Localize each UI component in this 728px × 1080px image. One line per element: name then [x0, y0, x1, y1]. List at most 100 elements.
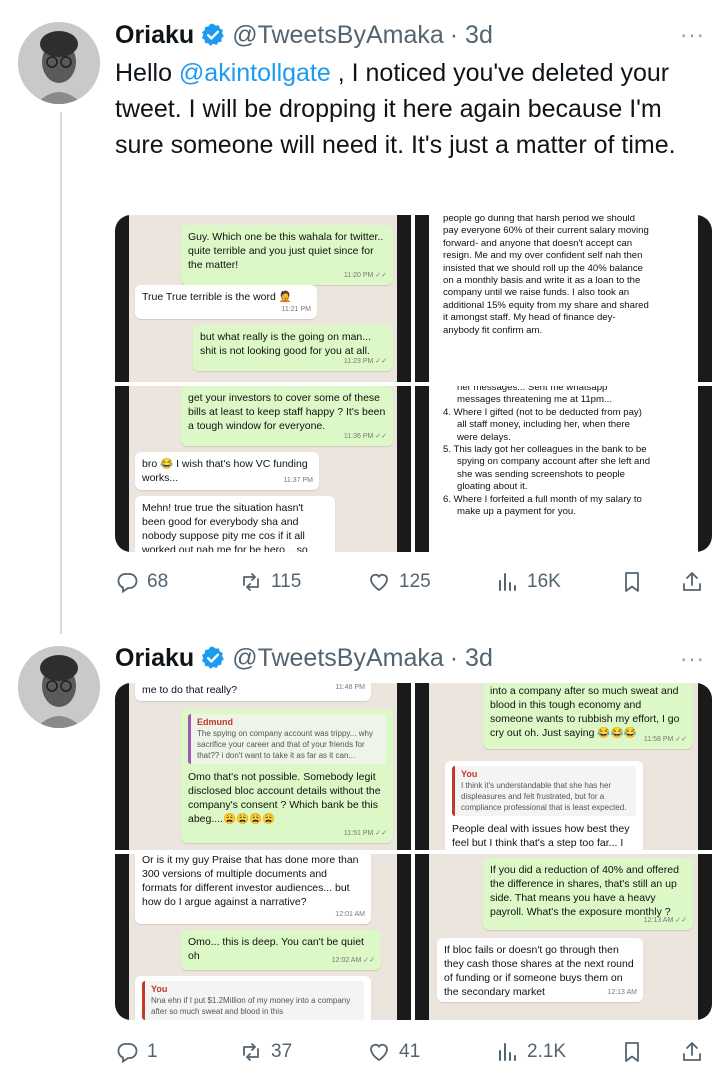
- chat-bubble: Mehn! true true the situation hasn't bee…: [135, 496, 335, 552]
- chat-time: 11:21 PM: [281, 306, 311, 313]
- author-name[interactable]: Oriaku: [115, 644, 194, 673]
- mention-link[interactable]: @akintollgate: [179, 59, 331, 87]
- image-border: [115, 386, 129, 552]
- avatar-photo: [18, 22, 100, 104]
- chat-text: Omo that's not possible. Somebody legit …: [188, 771, 381, 825]
- chat-time: 11:20 PM ✓✓: [343, 272, 387, 279]
- tweet-media-grid[interactable]: me to do that really? 11:48 PM Edmund Th…: [115, 683, 712, 1020]
- quoted-message: You I think it's understandable that she…: [452, 766, 636, 816]
- reply-button[interactable]: 68: [115, 570, 168, 594]
- verified-badge-icon: [202, 646, 225, 669]
- views-button[interactable]: 16K: [495, 570, 561, 594]
- like-button[interactable]: 125: [367, 570, 431, 594]
- image-border: [397, 215, 411, 382]
- chat-bubble: get your investors to cover some of thes…: [181, 386, 393, 446]
- tweet-media-grid[interactable]: Guy. Which one be this wahala for twitte…: [115, 215, 712, 552]
- media-image-bottom-right[interactable]: If you did a reduction of 40% and offere…: [415, 854, 712, 1020]
- views-button[interactable]: 2.1K: [495, 1040, 566, 1064]
- share-button[interactable]: [680, 570, 704, 594]
- chat-text: True True terrible is the word 🤦: [142, 291, 292, 303]
- views-icon: [499, 573, 516, 591]
- repost-button[interactable]: 115: [239, 570, 301, 594]
- chat-time: 11:58 PM ✓✓: [643, 736, 687, 743]
- image-border: [415, 683, 429, 850]
- reply-icon: [117, 1043, 138, 1064]
- image-border: [698, 215, 712, 382]
- quoted-text: Nna ehn if I put $1.2Million of my money…: [151, 996, 351, 1016]
- repost-button[interactable]: 37: [239, 1040, 292, 1064]
- chat-bubble: You Nna ehn if I put $1.2Million of my m…: [135, 976, 371, 1020]
- chat-time: 11:51 PM ✓✓: [343, 830, 387, 837]
- image-border: [115, 683, 129, 850]
- chat-time: 11:36 PM ✓✓: [343, 433, 387, 440]
- like-icon: [370, 1043, 388, 1062]
- like-button[interactable]: 41: [367, 1040, 420, 1064]
- image-border: [698, 386, 712, 552]
- chat-time: 11:23 PM ✓✓: [343, 358, 387, 365]
- bookmark-button[interactable]: [620, 570, 644, 594]
- chat-bubble: Edmund The spying on company account was…: [181, 709, 393, 843]
- quoted-author: You: [151, 984, 168, 994]
- image-border: [698, 683, 712, 850]
- media-image-bottom-right[interactable]: her messages... Sent me whatsapp message…: [415, 386, 712, 552]
- avatar-photo: [18, 646, 100, 728]
- media-image-top-left[interactable]: me to do that really? 11:48 PM Edmund Th…: [115, 683, 411, 850]
- avatar[interactable]: [18, 646, 100, 728]
- chat-text: get your investors to cover some of thes…: [188, 392, 386, 432]
- image-border: [415, 386, 429, 552]
- media-image-bottom-left[interactable]: get your investors to cover some of thes…: [115, 386, 411, 552]
- chat-time: 12:13 AM ✓✓: [643, 917, 687, 924]
- reply-count: 1: [147, 1041, 158, 1062]
- tweet-time[interactable]: · 3d: [450, 21, 493, 50]
- media-image-bottom-left[interactable]: Or is it my guy Praise that has done mor…: [115, 854, 411, 1020]
- chat-text: Mehn! true true the situation hasn't bee…: [142, 502, 308, 552]
- chat-time: 11:48 PM: [335, 684, 365, 691]
- chat-bubble: into a company after so much sweat and b…: [483, 683, 693, 749]
- tweet-header: Oriaku @TweetsByAmaka · 3d: [115, 641, 493, 675]
- image-border: [397, 386, 411, 552]
- media-image-top-left[interactable]: Guy. Which one be this wahala for twitte…: [115, 215, 411, 382]
- chat-text: Guy. Which one be this wahala for twitte…: [188, 231, 384, 271]
- reply-button[interactable]: 1: [115, 1040, 158, 1064]
- media-image-top-right[interactable]: people go during that harsh period we sh…: [415, 215, 712, 382]
- image-border: [115, 215, 129, 382]
- quoted-text: I think it's understandable that she has…: [461, 781, 627, 812]
- author-handle[interactable]: @TweetsByAmaka: [232, 644, 444, 673]
- quoted-author: Edmund: [197, 717, 233, 727]
- like-icon: [370, 573, 388, 592]
- image-border: [397, 683, 411, 850]
- document-text: her messages... Sent me whatsapp message…: [437, 386, 659, 519]
- repost-count: 115: [271, 571, 302, 592]
- like-count: 41: [399, 1041, 421, 1062]
- chat-text: but what really is the going on man... s…: [200, 331, 372, 357]
- chat-bubble: but what really is the going on man... s…: [193, 325, 393, 371]
- chat-bubble: Guy. Which one be this wahala for twitte…: [181, 225, 393, 285]
- avatar[interactable]: [18, 22, 100, 104]
- bookmark-icon: [625, 1042, 639, 1062]
- chat-time: 12:13 AM: [607, 989, 637, 996]
- chat-text: If bloc fails or doesn't go through then…: [444, 944, 634, 998]
- thread-line: [60, 112, 62, 634]
- chat-bubble: Or is it my guy Praise that has done mor…: [135, 854, 371, 924]
- chat-time: 12:02 AM ✓✓: [331, 957, 375, 964]
- tweet-time[interactable]: · 3d: [450, 644, 493, 673]
- reply-icon: [117, 573, 138, 594]
- chat-bubble: Omo... this is deep. You can't be quiet …: [181, 930, 381, 970]
- more-icon[interactable]: ···: [680, 22, 705, 48]
- share-button[interactable]: [680, 1040, 704, 1064]
- image-border: [415, 854, 429, 1020]
- verified-badge-icon: [202, 23, 225, 46]
- media-image-top-right[interactable]: into a company after so much sweat and b…: [415, 683, 712, 850]
- views-icon: [499, 1043, 516, 1061]
- author-handle[interactable]: @TweetsByAmaka: [232, 21, 444, 50]
- author-name[interactable]: Oriaku: [115, 21, 194, 50]
- reply-count: 68: [147, 571, 169, 592]
- bookmark-icon: [625, 572, 639, 592]
- chat-text: Or is it my guy Praise that has done mor…: [142, 854, 359, 908]
- repost-icon: [243, 573, 259, 591]
- tweet-text: Hello @akintollgate , I noticed you've d…: [115, 55, 705, 163]
- quoted-author: You: [461, 769, 478, 779]
- more-icon[interactable]: ···: [680, 646, 705, 672]
- bookmark-button[interactable]: [620, 1040, 644, 1064]
- chat-bubble: me to do that really? 11:48 PM: [135, 683, 371, 701]
